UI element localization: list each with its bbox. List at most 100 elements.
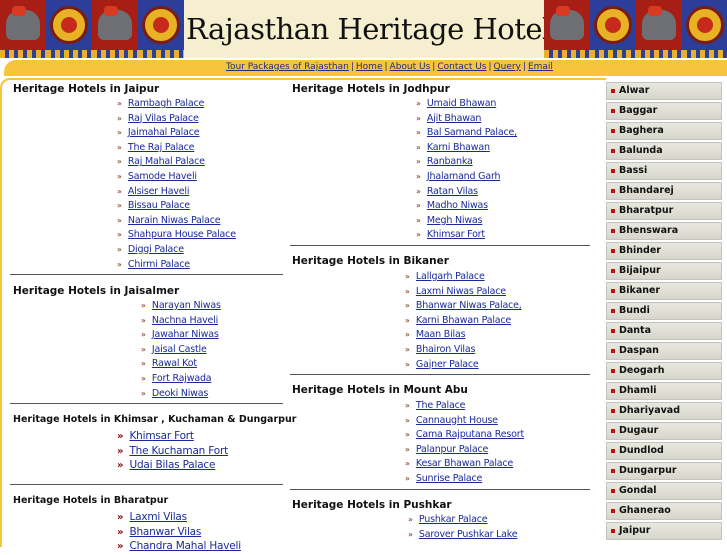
list-item: » Jhalamand Garh [416,170,501,182]
sidebar-item-bijaipur[interactable]: Bijaipur [606,262,722,280]
hotel-link[interactable]: Khimsar Fort [427,229,485,240]
sidebar-item-alwar[interactable]: Alwar [606,82,722,100]
hotel-link[interactable]: Pushkar Palace [419,514,488,525]
sidebar-item-balunda[interactable]: Balunda [606,142,722,160]
sidebar-item-deogarh[interactable]: Deogarh [606,362,722,380]
list-item: » Jawahar Niwas [141,329,219,341]
hotel-link[interactable]: Narain Niwas Palace [128,215,221,226]
hotel-link[interactable]: Cama Rajputana Resort [416,429,524,440]
hotel-link[interactable]: Rambagh Palace [128,98,204,109]
list-item: » Maan Bilas [405,329,466,341]
hotel-link[interactable]: Raj Vilas Palace [128,113,199,124]
hotel-link[interactable]: Maan Bilas [416,329,466,340]
section-title-pushkar: Heritage Hotels in Pushkar [292,499,452,511]
hotel-link[interactable]: Diggi Palace [128,244,184,255]
sidebar-item-baghera[interactable]: Baghera [606,122,722,140]
sidebar-item-jaipur[interactable]: Jaipur [606,522,722,540]
hotel-link[interactable]: Shahpura House Palace [128,229,236,240]
hotel-list-jaipur: » Rambagh Palace » Raj Vilas Palace » Jaima… [117,97,236,272]
hotel-link[interactable]: Jawahar Niwas [152,329,219,340]
hotel-link[interactable]: Madho Niwas [427,200,488,211]
hotel-list-jaisalmer: » Narayan Niwas » Nachna Haveli » Jawahar N… [141,299,221,401]
hotel-link[interactable]: The Palace [416,400,466,411]
nav-link-tour-packages[interactable]: Tour Packages of Rajasthan [226,62,349,72]
sidebar-item-daspan[interactable]: Daspan [606,342,722,360]
list-item: » Cama Rajputana Resort [405,429,524,441]
hotel-link[interactable]: Bhanwar Niwas Palace, [416,300,522,311]
flower-icon [590,0,636,58]
sidebar-item-dhariyavad[interactable]: Dhariyavad [606,402,722,420]
sidebar-item-gondal[interactable]: Gondal [606,482,722,500]
hotel-list-pushkar: » Pushkar Palace » Sarover Pushkar Lake [408,513,518,542]
hotel-link[interactable]: Jaimahal Palace [128,127,200,138]
sidebar-item-ghanerao[interactable]: Ghanerao [606,502,722,520]
sidebar-item-dungarpur[interactable]: Dungarpur [606,462,722,480]
nav-link-home[interactable]: Home [356,62,383,72]
section-divider [10,274,283,275]
sidebar-item-bharatpur[interactable]: Bharatpur [606,202,722,220]
hotel-link[interactable]: Laxmi Vilas [129,511,187,523]
hotel-link[interactable]: The Kuchaman Fort [129,445,228,457]
hotel-link[interactable]: Rawal Kot [152,358,197,369]
hotel-link[interactable]: Palanpur Palace [416,444,488,455]
hotel-link[interactable]: Cannaught House [416,415,498,426]
hotel-link[interactable]: Jaisal Castle [152,344,207,355]
hotel-link[interactable]: Fort Rajwada [152,373,212,384]
section-divider [290,489,590,490]
sidebar-item-bassi[interactable]: Bassi [606,162,722,180]
hotel-link[interactable]: Bissau Palace [128,200,190,211]
nav-link-email[interactable]: Email [528,62,553,72]
hotel-link[interactable]: Sarover Pushkar Lake [419,529,518,540]
hotel-link[interactable]: Udai Bilas Palace [129,459,215,471]
sidebar-item-dugaur[interactable]: Dugaur [606,422,722,440]
elephant-icon [544,0,590,58]
list-item: » Narain Niwas Palace [117,214,221,226]
section-divider [10,403,283,404]
list-item: » Cannaught House [405,414,498,426]
hotel-link[interactable]: Samode Haveli [128,171,197,182]
hotel-link[interactable]: Khimsar Fort [129,430,194,442]
sidebar-item-bhinder[interactable]: Bhinder [606,242,722,260]
hotel-link[interactable]: Raj Mahal Palace [128,156,205,167]
nav-link-about-us[interactable]: About Us [390,62,431,72]
hotel-link[interactable]: Alsiser Haveli [128,186,190,197]
sidebar-item-dundlod[interactable]: Dundlod [606,442,722,460]
nav-link-query[interactable]: Query [494,62,521,72]
list-item: » Bissau Palace [117,200,190,212]
list-item: » Narayan Niwas [141,300,221,311]
hotel-link[interactable]: Lallgarh Palace [416,271,485,282]
hotel-link[interactable]: Chirmi Palace [128,259,190,270]
hotel-link[interactable]: Ajit Bhawan [427,113,481,124]
hotel-link[interactable]: Deoki Niwas [152,388,208,399]
hotel-link[interactable]: Kesar Bhawan Palace [416,458,513,469]
sidebar-item-bhandarej[interactable]: Bhandarej [606,182,722,200]
list-item: » Laxmi Niwas Palace [405,285,506,297]
sidebar-item-dhamli[interactable]: Dhamli [606,382,722,400]
hotel-link[interactable]: Laxmi Niwas Palace [416,286,506,297]
sidebar-item-bundi[interactable]: Bundi [606,302,722,320]
hotel-link[interactable]: Ranbanka [427,156,473,167]
hotel-link[interactable]: Sunrise Palace [416,473,482,484]
sidebar-item-baggar[interactable]: Baggar [606,102,722,120]
sidebar-item-bikaner[interactable]: Bikaner [606,282,722,300]
hotel-link[interactable]: Karni Bhawan [427,142,490,153]
hotel-link[interactable]: Umaid Bhawan [427,98,496,109]
hotel-link[interactable]: Narayan Niwas [152,300,221,311]
hotel-link[interactable]: Megh Niwas [427,215,483,226]
flower-icon [46,0,92,58]
hotel-link[interactable]: Bal Samand Palace, [427,127,517,138]
hotel-link[interactable]: Bhanwar Vilas [129,526,201,538]
hotel-link[interactable]: Nachna Haveli [152,315,218,326]
hotel-link[interactable]: Jhalamand Garh [427,171,501,182]
list-item: » Shahpura House Palace [117,229,236,241]
hotel-link[interactable]: Ratan Vilas [427,186,478,197]
hotel-link[interactable]: Gajner Palace [416,359,479,370]
hotel-link[interactable]: Bhairon Vilas [416,344,475,355]
hotel-link[interactable]: Chandra Mahal Haveli [129,540,241,552]
sidebar-item-danta[interactable]: Danta [606,322,722,340]
hotel-link[interactable]: Karni Bhawan Palace [416,315,511,326]
nav-link-contact-us[interactable]: Contact Us [437,62,486,72]
list-item: » Alsiser Haveli [117,185,190,197]
sidebar-item-bhenswara[interactable]: Bhenswara [606,222,722,240]
hotel-link[interactable]: The Raj Palace [128,142,195,153]
